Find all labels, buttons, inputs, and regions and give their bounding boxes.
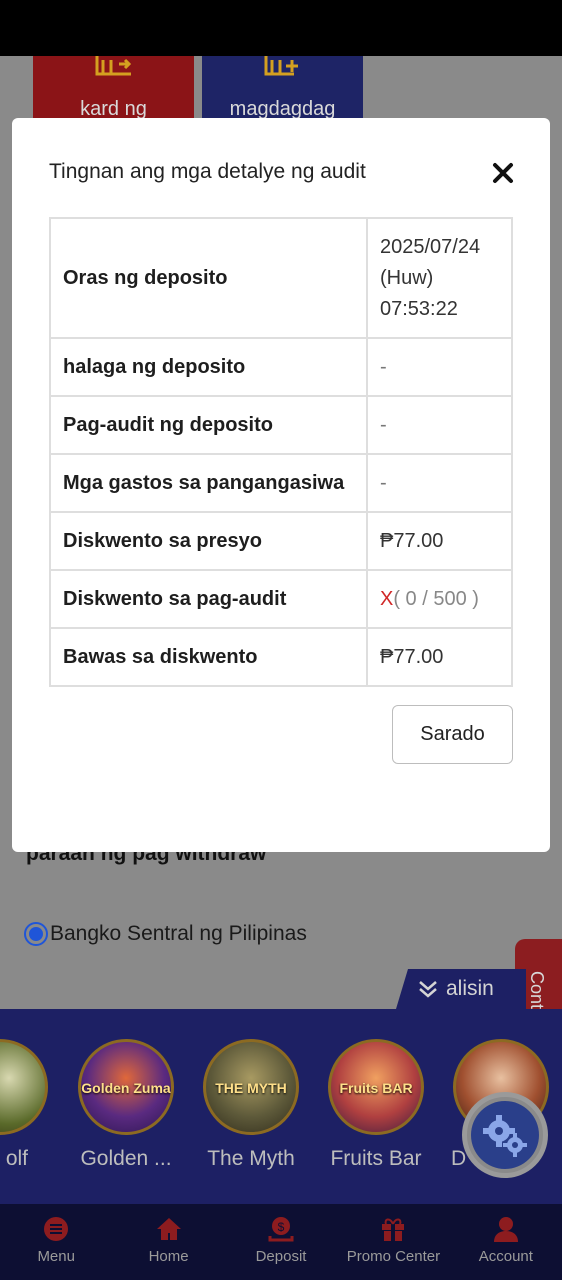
row-label: halaga ng deposito — [49, 337, 368, 397]
settings-fab[interactable] — [462, 1092, 548, 1178]
double-chevron-down-icon — [419, 981, 437, 998]
card-tile[interactable]: kard ng — [33, 56, 194, 126]
table-row: halaga ng deposito - — [49, 337, 513, 397]
table-row: Diskwento sa presyo ₱77.00 — [49, 511, 513, 571]
home-icon — [156, 1218, 181, 1240]
nav-promo-label: Promo Center — [346, 1248, 441, 1265]
golf-game-icon — [0, 1039, 48, 1135]
row-label: Diskwento sa presyo — [49, 511, 368, 571]
table-row: Pag-audit ng deposito - — [49, 395, 513, 455]
deposit-icon: $ — [268, 1217, 294, 1242]
game-art-text: Fruits BAR — [339, 1080, 413, 1096]
nav-menu-label: Menu — [37, 1248, 75, 1265]
audit-progress: ( 0 / 500 ) — [393, 587, 479, 610]
card-icon — [95, 56, 132, 76]
gears-icon — [483, 1115, 527, 1157]
nav-deposit[interactable]: $ Deposit — [225, 1204, 337, 1280]
nav-account-label: Account — [478, 1248, 533, 1265]
nav-deposit-label: Deposit — [255, 1248, 307, 1265]
game-art-text: THE MYTH — [215, 1080, 287, 1096]
row-label: Bawas sa diskwento — [49, 627, 368, 687]
row-label: Pag-audit ng deposito — [49, 395, 368, 455]
game-name: olf — [5, 1147, 28, 1170]
row-value: - — [366, 395, 513, 455]
row-value: - — [366, 337, 513, 397]
the-myth-game-icon: THE MYTH — [203, 1039, 299, 1135]
svg-text:$: $ — [278, 1220, 285, 1234]
game-item[interactable]: olf — [0, 1039, 50, 1171]
deposit-time-value: 2025/07/24 (Huw) 07:53:22 — [366, 217, 513, 339]
golden-zuma-game-icon: Golden Zuma — [78, 1039, 174, 1135]
table-row: Mga gastos sa pangangasiwa - — [49, 453, 513, 513]
add-card-icon — [264, 56, 298, 76]
add-tile[interactable]: magdagdag — [202, 56, 363, 126]
fruits-bar-game-icon: Fruits BAR — [328, 1039, 424, 1135]
game-name: Golden ... — [80, 1147, 172, 1170]
status-bar — [0, 0, 562, 56]
audit-discount-value: X( 0 / 500 ) — [366, 569, 513, 629]
nav-home-label: Home — [148, 1248, 189, 1265]
game-item[interactable]: Fruits BAR Fruits Bar — [326, 1039, 426, 1171]
account-icon — [493, 1217, 518, 1242]
close-button[interactable]: Sarado — [392, 705, 513, 764]
gift-icon — [382, 1218, 405, 1241]
bank-option-label: Bangko Sentral ng Pilipinas — [50, 922, 307, 945]
bank-option[interactable]: Bangko Sentral ng Pilipinas — [24, 922, 307, 946]
row-value: - — [366, 453, 513, 513]
nav-menu[interactable]: Menu — [0, 1204, 112, 1280]
game-name: The Myth — [207, 1147, 295, 1170]
hide-games-tab[interactable]: alisin — [396, 969, 526, 1009]
close-icon[interactable] — [490, 160, 516, 186]
audit-table: Oras ng deposito 2025/07/24 (Huw) 07:53:… — [49, 217, 513, 687]
row-label: Diskwento sa pag-audit — [49, 569, 368, 629]
game-art-text: Golden Zuma — [81, 1080, 171, 1096]
deposit-clock: 07:53:22 — [380, 297, 458, 320]
table-row: Oras ng deposito 2025/07/24 (Huw) 07:53:… — [49, 217, 513, 339]
row-label: Mga gastos sa pangangasiwa — [49, 453, 368, 513]
bottom-nav: Menu Home $ Deposit Promo Center Account — [0, 1204, 562, 1280]
audit-details-modal: Tingnan ang mga detalye ng audit Oras ng… — [12, 118, 550, 852]
row-label: Oras ng deposito — [49, 217, 368, 339]
game-item[interactable]: THE MYTH The Myth — [201, 1039, 301, 1171]
nav-home[interactable]: Home — [112, 1204, 224, 1280]
bank-radio[interactable] — [24, 922, 48, 946]
menu-icon — [44, 1217, 69, 1241]
table-row: Bawas sa diskwento ₱77.00 — [49, 627, 513, 687]
deposit-day: (Huw) — [380, 266, 434, 289]
game-item[interactable]: Golden Zuma Golden ... — [76, 1039, 176, 1171]
deposit-date: 2025/07/24 — [380, 235, 481, 258]
nav-account[interactable]: Account — [450, 1204, 562, 1280]
contact-tab-label: Cont — [527, 971, 547, 1010]
audit-status-x: X — [380, 587, 394, 610]
game-name: Fruits Bar — [330, 1147, 422, 1170]
row-value: ₱77.00 — [366, 627, 513, 687]
modal-title: Tingnan ang mga detalye ng audit — [49, 160, 366, 183]
nav-promo-center[interactable]: Promo Center — [337, 1204, 449, 1280]
row-value: ₱77.00 — [366, 511, 513, 571]
table-row: Diskwento sa pag-audit X( 0 / 500 ) — [49, 569, 513, 629]
hide-tab-label: alisin — [446, 977, 494, 1000]
